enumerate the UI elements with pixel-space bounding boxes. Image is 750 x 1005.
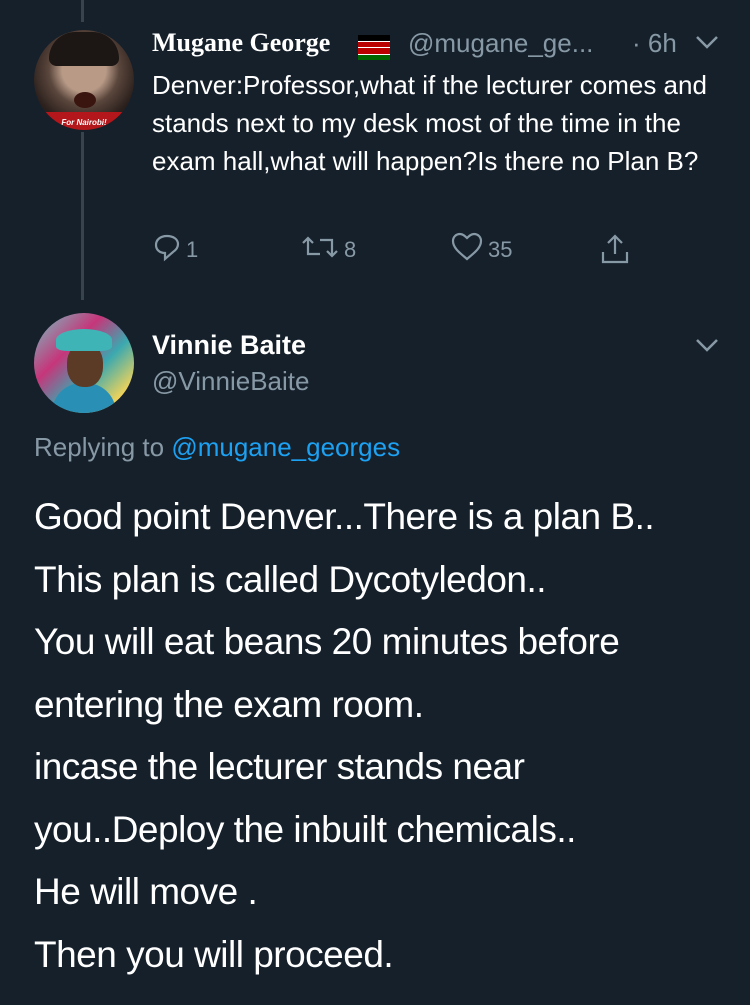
like-button[interactable]: 35: [450, 232, 512, 268]
retweet-icon: [300, 232, 344, 268]
tweet-time[interactable]: · 6h: [632, 28, 677, 59]
avatar-vinnie[interactable]: [34, 313, 134, 413]
tweet-line: Good point Denver...There is a plan B..: [34, 496, 655, 537]
retweet-button[interactable]: 8: [300, 232, 356, 268]
reply-icon: [152, 232, 186, 268]
chevron-down-icon[interactable]: [695, 337, 719, 353]
author-name[interactable]: Mugane George: [152, 28, 330, 58]
retweet-count: 8: [344, 237, 357, 262]
tweet-line: You will eat beans 20 minutes before: [34, 621, 620, 662]
tweet-line: incase the lecturer stands near: [34, 746, 525, 787]
author-handle[interactable]: @VinnieBaite: [152, 366, 309, 397]
like-icon: [450, 232, 488, 268]
tweet-line: This plan is called Dycotyledon..: [34, 558, 547, 600]
thread-line: [81, 132, 84, 300]
tweet-line: you..Deploy the inbuilt chemicals..: [34, 808, 576, 850]
thread-line-top: [81, 0, 84, 22]
replying-mention-link[interactable]: @mugane_georges: [171, 432, 400, 462]
tweet-line: Then you will proceed.: [34, 933, 394, 975]
tweet-line: He will move .: [34, 871, 258, 912]
chevron-down-icon[interactable]: [695, 34, 719, 50]
replying-to: Replying to @mugane_georges: [34, 432, 400, 463]
avatar-mugane[interactable]: For Nairobi!: [34, 30, 134, 130]
share-icon: [598, 232, 636, 272]
author-handle[interactable]: @mugane_ge...: [408, 28, 593, 59]
reply-count: 1: [186, 237, 199, 262]
reply-button[interactable]: 1: [152, 232, 198, 268]
kenya-flag-icon: [358, 35, 390, 60]
avatar-caption: For Nairobi!: [61, 118, 107, 127]
like-count: 35: [488, 237, 513, 262]
tweet-actions: 1 8 35: [152, 232, 652, 272]
share-button[interactable]: [598, 232, 636, 272]
tweet-text: Denver:Professor,what if the lecturer co…: [152, 70, 707, 176]
tweet-text: Good point Denver...There is a plan B.. …: [34, 486, 734, 986]
author-name[interactable]: Vinnie Baite: [152, 330, 306, 361]
replying-prefix: Replying to: [34, 432, 165, 462]
tweet-line: entering the exam room.: [34, 683, 424, 725]
